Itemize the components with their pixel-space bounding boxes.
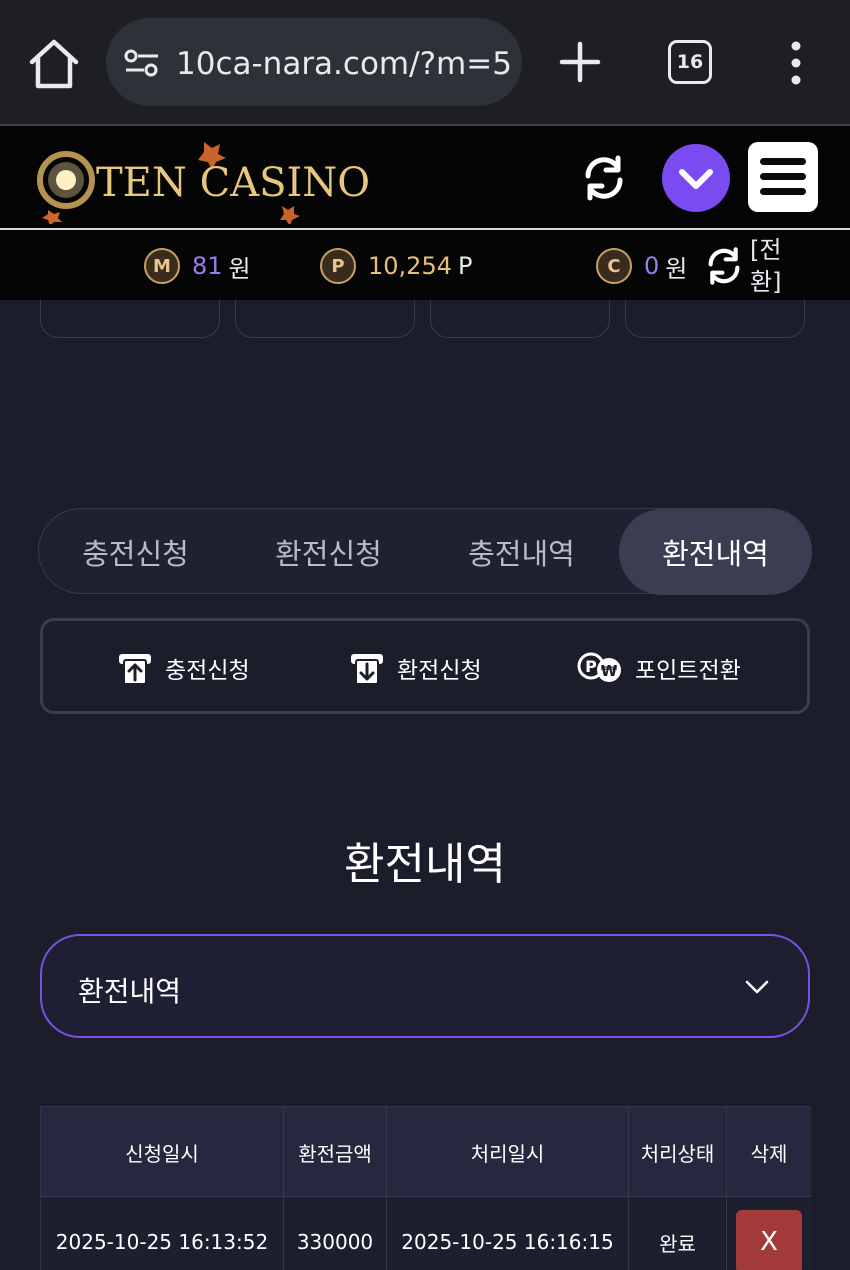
site-header: TEN CASINO	[0, 124, 850, 230]
cell-amount: 330000	[284, 1197, 387, 1270]
point-balance: P 10,254 P	[320, 248, 472, 284]
money-balance: M 81 원	[144, 248, 251, 284]
home-icon[interactable]	[26, 38, 82, 90]
hamburger-menu-button[interactable]	[748, 142, 818, 212]
svg-text:P: P	[585, 657, 597, 676]
point-convert-icon: P ₩	[577, 652, 621, 682]
address-bar[interactable]: 10ca-nara.com/?m=5	[106, 18, 522, 106]
svg-text:₩: ₩	[601, 662, 618, 680]
column-header-amount: 환전금액	[284, 1107, 387, 1197]
casino-coin-icon: C	[596, 248, 632, 284]
withdraw-request-label: 환전신청	[397, 658, 482, 684]
refresh-icon[interactable]	[580, 154, 628, 202]
tab-deposit-history[interactable]: 충전내역	[425, 509, 618, 595]
deposit-icon	[119, 654, 151, 685]
table-row: 2025-10-25 16:13:52 330000 2025-10-25 16…	[41, 1197, 811, 1270]
history-type-select[interactable]: 환전내역	[40, 934, 810, 1038]
site-settings-icon[interactable]	[124, 48, 160, 78]
convert-refresh-icon	[708, 247, 740, 285]
select-value: 환전내역	[78, 975, 182, 1008]
withdraw-icon	[351, 654, 383, 685]
money-coin-icon: M	[144, 248, 180, 284]
chevron-down-button[interactable]	[662, 144, 730, 212]
chevron-down-icon	[745, 980, 769, 994]
delete-button[interactable]: X	[736, 1210, 802, 1270]
money-value: 81	[192, 252, 223, 280]
tab-withdraw-history[interactable]: 환전내역	[619, 509, 812, 595]
point-convert-button[interactable]: P ₩ 포인트전환	[577, 647, 741, 689]
column-header-delete: 삭제	[750, 1141, 788, 1166]
money-unit: 원	[228, 254, 251, 283]
hamburger-icon	[760, 158, 806, 195]
table-header-row: 신청일시 환전금액 처리일시 처리상태 삭제	[41, 1107, 811, 1197]
casino-unit: 원	[665, 254, 688, 283]
withdraw-history-table: 신청일시 환전금액 처리일시 처리상태 삭제 2025-10-25 16:13:…	[40, 1106, 811, 1270]
balance-bar: M 81 원 P 10,254 P C 0 원 [전환]	[0, 230, 850, 300]
url-text: 10ca-nara.com/?m=5	[176, 46, 512, 82]
casino-balance: C 0 원	[596, 248, 687, 284]
browser-toolbar: 10ca-nara.com/?m=5 16	[0, 0, 850, 124]
new-tab-icon[interactable]	[556, 38, 604, 86]
quick-actions: 충전신청 환전신청 P ₩ 포인트전환	[40, 618, 810, 714]
transaction-tabs: 충전신청 환전신청 충전내역 환전내역	[38, 508, 812, 595]
cell-processed-time: 2025-10-25 16:16:15	[387, 1197, 629, 1270]
point-coin-icon: P	[320, 248, 356, 284]
page-title: 환전내역	[344, 839, 506, 890]
deposit-request-button[interactable]: 충전신청	[117, 647, 250, 689]
convert-button[interactable]: [전환]	[704, 234, 814, 298]
convert-label: [전환]	[750, 236, 782, 296]
tab-deposit-request[interactable]: 충전신청	[39, 509, 232, 595]
point-value: 10,254	[368, 252, 452, 280]
column-header-status: 처리상태	[629, 1107, 727, 1197]
column-header-processed-time: 처리일시	[387, 1107, 629, 1197]
cell-delete: X	[727, 1197, 811, 1270]
tab-switcher-button[interactable]: 16	[668, 40, 712, 84]
cell-request-time: 2025-10-25 16:13:52	[41, 1197, 284, 1270]
deposit-request-label: 충전신청	[165, 658, 250, 684]
more-menu-icon[interactable]	[780, 38, 812, 88]
withdraw-request-button[interactable]: 환전신청	[349, 647, 482, 689]
cell-status: 완료	[629, 1197, 727, 1270]
column-header-request-time: 신청일시	[41, 1107, 284, 1197]
chevron-down-icon	[679, 169, 713, 189]
tab-withdraw-request[interactable]: 환전신청	[232, 509, 425, 595]
site-logo[interactable]: TEN CASINO	[32, 136, 370, 224]
point-unit: P	[457, 252, 473, 280]
logo-text: TEN CASINO	[96, 160, 371, 206]
casino-value: 0	[644, 252, 660, 280]
point-convert-label: 포인트전환	[635, 658, 741, 684]
